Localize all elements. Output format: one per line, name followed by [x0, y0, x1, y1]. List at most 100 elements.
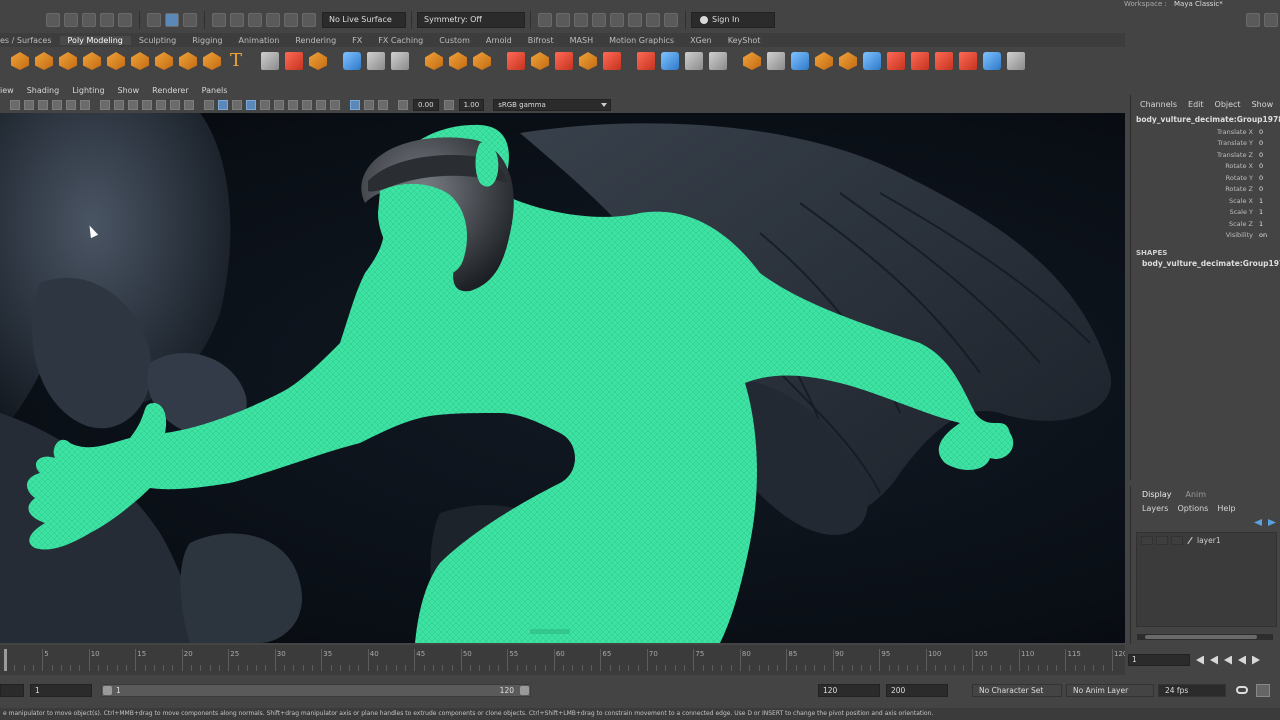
isolate-select-icon[interactable] — [350, 99, 360, 110]
poly-plane-icon[interactable] — [131, 52, 149, 70]
undo-icon[interactable] — [100, 12, 114, 27]
attribute-value[interactable]: 0 — [1259, 162, 1263, 170]
tab-display[interactable]: Display — [1142, 490, 1172, 499]
tab-arnold[interactable]: Arnold — [478, 36, 520, 45]
shading-menu[interactable]: Shading — [21, 86, 67, 95]
keyshot-icon[interactable] — [646, 12, 660, 27]
attribute-value[interactable]: 0 — [1259, 139, 1263, 147]
poly-disc-icon[interactable] — [155, 52, 173, 70]
film-gate-icon[interactable] — [114, 99, 124, 110]
ncloth-icon[interactable] — [911, 52, 929, 70]
hypershade-icon[interactable] — [610, 12, 624, 27]
separate-icon[interactable] — [285, 52, 303, 70]
fill-hole-icon[interactable] — [603, 52, 621, 70]
move-layer-down-icon[interactable] — [1268, 519, 1276, 526]
attribute-value[interactable]: 0 — [1259, 174, 1263, 182]
anim-layer-dropdown[interactable]: No Anim Layer — [1066, 684, 1154, 697]
boolean-difference-icon[interactable] — [449, 52, 467, 70]
tab-bifrost[interactable]: Bifrost — [520, 36, 562, 45]
attribute-row[interactable]: Scale Y 1 — [1131, 207, 1280, 219]
range-start-field[interactable]: 1 — [30, 684, 92, 697]
exposure-field[interactable]: 0.00 — [413, 98, 439, 111]
sign-in-button[interactable]: Sign In — [691, 11, 775, 28]
layer-visibility-toggle[interactable] — [1141, 535, 1153, 545]
layers-menu[interactable]: Layers — [1142, 504, 1168, 513]
attribute-row[interactable]: Rotate Y 0 — [1131, 172, 1280, 184]
tab-xgen[interactable]: XGen — [682, 36, 720, 45]
smooth-shade-icon[interactable] — [218, 99, 228, 110]
snap-view-icon[interactable] — [266, 12, 280, 27]
anti-aliasing-icon[interactable] — [330, 99, 340, 110]
tab-motion-graphics[interactable]: Motion Graphics — [601, 36, 682, 45]
tab-keyshot[interactable]: KeyShot — [720, 36, 769, 45]
range-bar[interactable]: 1 120 — [101, 684, 531, 697]
live-surface-field[interactable]: No Live Surface — [322, 11, 406, 28]
bevel-icon[interactable] — [555, 52, 573, 70]
ipr-render-icon[interactable] — [574, 12, 588, 27]
poly-text-icon[interactable]: T — [227, 52, 245, 70]
attribute-value[interactable]: 1 — [1259, 197, 1263, 205]
object-menu[interactable]: Object — [1215, 100, 1241, 109]
ncloth-pants-icon[interactable] — [959, 52, 977, 70]
show-menu[interactable]: Show — [1252, 100, 1274, 109]
attribute-value[interactable]: on — [1259, 231, 1267, 239]
pivot-icon[interactable] — [1007, 52, 1025, 70]
layout-uv-icon[interactable] — [887, 52, 905, 70]
range-start-handle[interactable] — [103, 686, 112, 695]
use-all-lights-icon[interactable] — [274, 99, 284, 110]
snap-surface-icon[interactable] — [284, 12, 298, 27]
field-chart-icon[interactable] — [156, 99, 166, 110]
resolution-gate-icon[interactable] — [128, 99, 138, 110]
panels-menu[interactable]: Panels — [196, 86, 235, 95]
character-set-dropdown[interactable]: No Character Set — [972, 684, 1062, 697]
step-back-frame-icon[interactable] — [1224, 655, 1232, 665]
select-component-icon[interactable] — [183, 12, 197, 27]
sew-uv-icon[interactable] — [839, 52, 857, 70]
anim-start-field[interactable] — [0, 684, 24, 697]
2d-pan-zoom-icon[interactable] — [66, 99, 76, 110]
attribute-row[interactable]: Translate X 0 — [1131, 126, 1280, 138]
tab-fx-caching[interactable]: FX Caching — [370, 36, 431, 45]
channels-menu[interactable]: Channels — [1140, 100, 1177, 109]
select-object-icon[interactable] — [165, 12, 179, 27]
unfold-icon[interactable] — [863, 52, 881, 70]
attribute-row[interactable]: Rotate Z 0 — [1131, 184, 1280, 196]
open-scene-icon[interactable] — [64, 12, 78, 27]
automatic-mapping-icon[interactable] — [791, 52, 809, 70]
select-hierarchy-icon[interactable] — [147, 12, 161, 27]
camera-select-icon[interactable] — [10, 99, 20, 110]
range-end-handle[interactable] — [520, 686, 529, 695]
range-end-field[interactable]: 120 — [818, 684, 880, 697]
time-slider[interactable]: 5 10 15 20 25 30 35 40 45 50 55 60 65 70 75 80 85 90 95 100… — [0, 645, 1127, 675]
tab-custom[interactable]: Custom — [431, 36, 478, 45]
layer-list-scrollbar[interactable] — [1137, 634, 1273, 640]
poly-cone-icon[interactable] — [83, 52, 101, 70]
wireframe-sphere-icon[interactable] — [983, 52, 1001, 70]
shadows-icon[interactable] — [288, 99, 298, 110]
attribute-value[interactable]: 1 — [1259, 208, 1263, 216]
layer-display-type-toggle[interactable] — [1171, 535, 1183, 545]
poly-cylinder-icon[interactable] — [59, 52, 77, 70]
boolean-union-icon[interactable] — [425, 52, 443, 70]
layer-playback-toggle[interactable] — [1156, 535, 1168, 545]
gamma-field[interactable]: 1.00 — [458, 98, 485, 111]
textured-icon[interactable] — [260, 99, 270, 110]
attribute-row[interactable]: Translate Z 0 — [1131, 149, 1280, 161]
lighting-menu[interactable]: Lighting — [66, 86, 111, 95]
multi-cut-icon[interactable] — [637, 52, 655, 70]
tab-animation[interactable]: Animation — [231, 36, 288, 45]
anim-end-field[interactable]: 200 — [886, 684, 948, 697]
layer-row[interactable]: layer1 — [1137, 533, 1276, 547]
camera-attributes-icon[interactable] — [24, 99, 34, 110]
image-plane-icon[interactable] — [52, 99, 62, 110]
ncloth-shirt-icon[interactable] — [935, 52, 953, 70]
grease-pencil-icon[interactable] — [80, 99, 90, 110]
viewport-3d[interactable] — [0, 113, 1125, 643]
poly-gear-icon[interactable] — [203, 52, 221, 70]
snap-grid-icon[interactable] — [212, 12, 226, 27]
mirror-icon[interactable] — [391, 52, 409, 70]
view-menu[interactable]: iew — [0, 86, 21, 95]
object-name[interactable]: body_vulture_decimate:Group1978 — [1131, 109, 1280, 124]
workspace-value[interactable]: Maya Classic* — [1174, 0, 1223, 8]
live-surface-icon[interactable] — [302, 12, 316, 27]
